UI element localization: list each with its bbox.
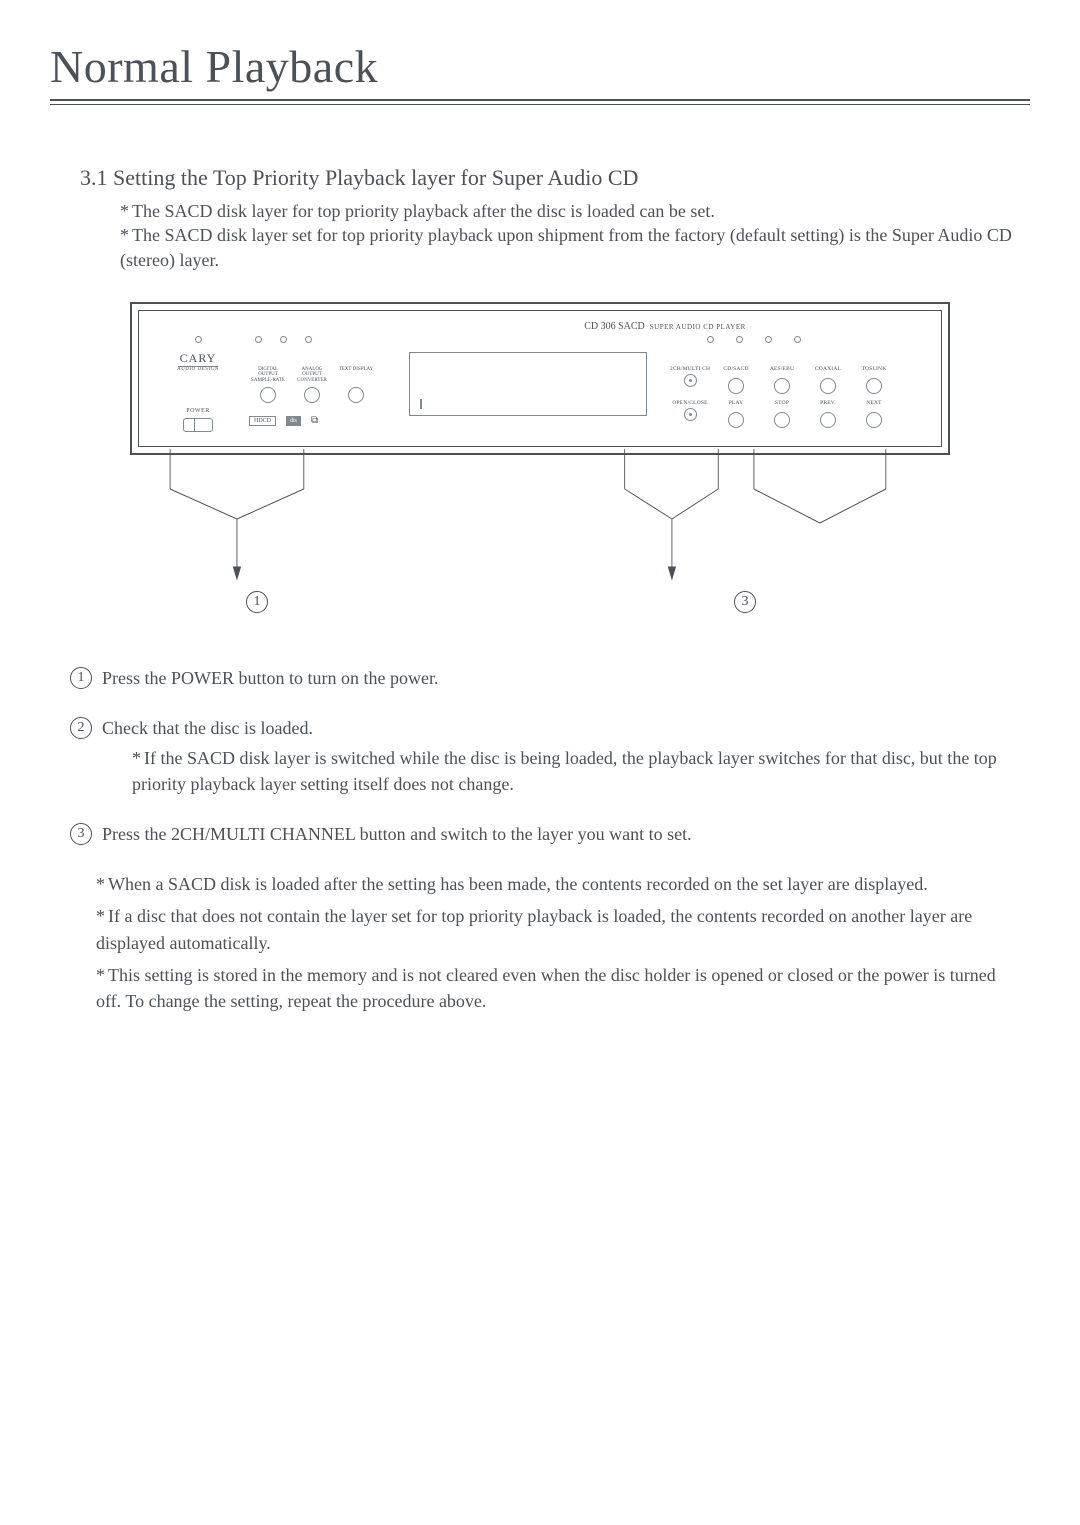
step-2-sub: If the SACD disk layer is switched while…	[132, 748, 997, 794]
disc-tray-slot	[420, 399, 422, 409]
text-display-button[interactable]	[348, 387, 364, 403]
coaxial-button[interactable]	[820, 378, 836, 394]
power-button[interactable]	[183, 418, 213, 432]
mid-label-1: DIGITAL OUTPUT SAMPLE-RATE	[249, 367, 287, 384]
callout-number-3: 3	[734, 591, 756, 613]
mid-label-3: TEXT DISPLAY	[337, 367, 375, 384]
callout-arrows: 1 3	[130, 455, 950, 625]
aes-ebu-button[interactable]	[774, 378, 790, 394]
indicator-led	[280, 336, 287, 343]
dts-logo: dts	[286, 416, 301, 426]
converter-button[interactable]	[304, 387, 320, 403]
sacd-logo: ⧉	[311, 415, 317, 426]
device-model-main: CD 306 SACD	[584, 321, 645, 332]
open-close-button[interactable]	[684, 408, 697, 421]
intro-notes: *The SACD disk layer for top priority pl…	[120, 199, 1030, 272]
closing-notes: *When a SACD disk is loaded after the se…	[96, 871, 1000, 1013]
indicator-led	[794, 336, 801, 343]
page-title: Normal Playback	[50, 40, 1030, 93]
indicator-led	[255, 336, 262, 343]
play-button[interactable]	[728, 412, 744, 428]
title-rule	[50, 99, 1030, 105]
device-illustration: CD 306 SACD SUPER AUDIO CD PLAYER CARY A…	[130, 302, 950, 455]
step-number-2: 2	[70, 717, 92, 739]
intro-note-2: The SACD disk layer set for top priority…	[120, 225, 1012, 269]
toslink-button[interactable]	[866, 378, 882, 394]
sample-rate-button[interactable]	[260, 387, 276, 403]
next-button[interactable]	[866, 412, 882, 428]
step-2-text: Check that the disc is loaded.	[102, 718, 313, 738]
device-model-sub: SUPER AUDIO CD PLAYER	[650, 323, 746, 331]
brand-logo-sub: AUDIO DESIGN	[153, 367, 243, 372]
multi-ch-button[interactable]	[684, 374, 697, 387]
brand-logo: CARY	[178, 351, 219, 367]
power-led	[195, 336, 202, 343]
hdcd-logo: HDCD	[249, 416, 276, 426]
indicator-led	[736, 336, 743, 343]
indicator-led	[707, 336, 714, 343]
power-label: POWER	[153, 408, 243, 414]
intro-note-1: The SACD disk layer for top priority pla…	[132, 201, 715, 221]
mid-label-2: ANALOG OUTPUT CONVERTER	[293, 367, 331, 384]
step-number-3: 3	[70, 823, 92, 845]
step-3-text: Press the 2CH/MULTI CHANNEL button and s…	[102, 824, 692, 844]
cd-sacd-button[interactable]	[728, 378, 744, 394]
callout-number-1: 1	[246, 591, 268, 613]
display-window	[409, 352, 647, 416]
section-heading: 3.1 Setting the Top Priority Playback la…	[80, 165, 1030, 191]
stop-button[interactable]	[774, 412, 790, 428]
indicator-led	[765, 336, 772, 343]
step-1-text: Press the POWER button to turn on the po…	[102, 668, 438, 688]
indicator-led	[305, 336, 312, 343]
closing-note-3: This setting is stored in the memory and…	[96, 965, 996, 1011]
closing-note-1: When a SACD disk is loaded after the set…	[108, 874, 928, 894]
step-number-1: 1	[70, 667, 92, 689]
prev-button[interactable]	[820, 412, 836, 428]
closing-note-2: If a disc that does not contain the laye…	[96, 906, 972, 952]
